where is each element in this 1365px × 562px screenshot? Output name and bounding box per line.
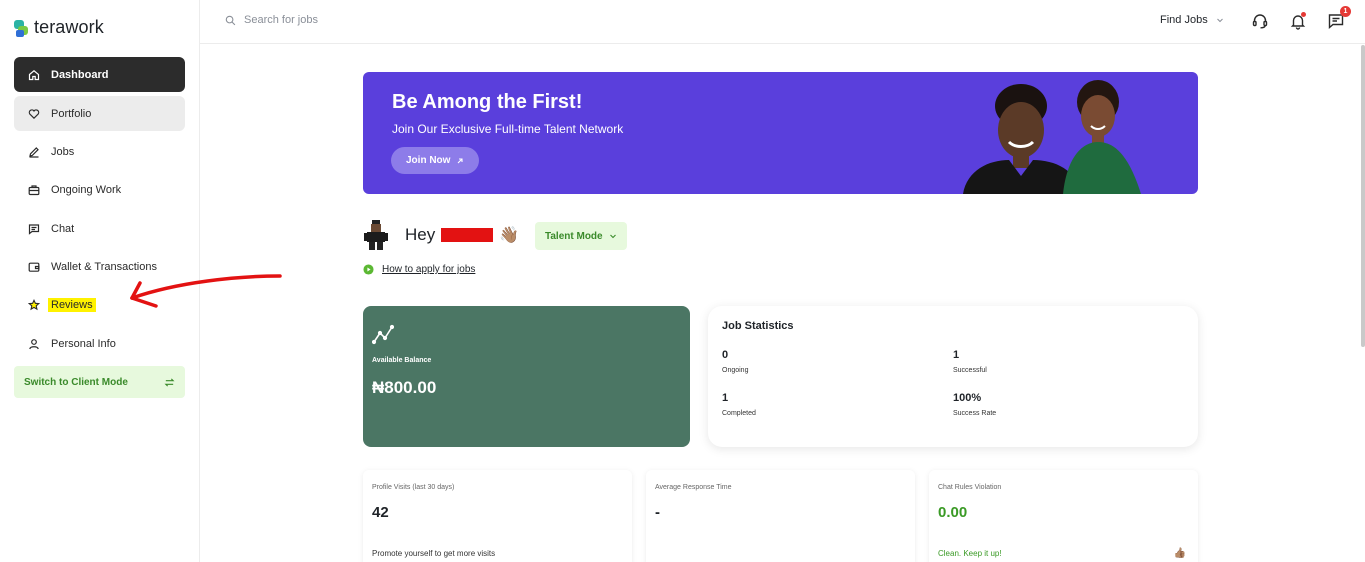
redacted-username [441,228,494,242]
notifications-button[interactable] [1289,12,1307,30]
swap-icon [164,377,175,387]
arrow-up-right-icon [458,157,464,163]
messages-button[interactable]: 1 [1327,6,1351,30]
waving-hand-icon: 👋🏽 [499,227,520,244]
banner-people-image [963,80,1141,194]
stat-value: 0 [722,349,729,361]
sidebar-item-chat[interactable]: Chat [14,211,185,246]
sidebar-item-label: Wallet & Transactions [51,260,157,273]
switch-label: Switch to Client Mode [24,376,128,388]
topbar: Find Jobs 1 [200,0,1365,44]
card-value: - [655,504,660,521]
search-input[interactable] [244,14,444,26]
how-to-apply-link[interactable]: How to apply for jobs [363,264,475,275]
user-icon [29,338,39,349]
banner-subtitle: Join Our Exclusive Full-time Talent Netw… [392,122,624,136]
card-value: 0.00 [938,504,968,521]
scrollbar[interactable] [1361,45,1365,347]
logo-icon [14,18,30,38]
chevron-down-icon [609,234,616,239]
sidebar-item-jobs[interactable]: Jobs [14,134,185,169]
balance-label: Available Balance [372,357,432,364]
stat-success-rate: 100% Success Rate [953,392,996,417]
stat-value: 1 [722,392,729,404]
sidebar-item-label: Ongoing Work [51,183,122,196]
sidebar-item-portfolio[interactable]: Portfolio [14,96,185,131]
greeting-text: Hey [405,225,436,244]
sidebar-item-reviews[interactable]: Reviews [14,287,185,322]
stat-completed: 1 Completed [722,392,756,417]
talent-mode-dropdown[interactable]: Talent Mode [535,222,627,250]
profile-visits-card: Profile Visits (last 30 days) 42 Promote… [363,470,632,562]
card-title: Profile Visits (last 30 days) [372,484,455,491]
sidebar-item-label: Portfolio [51,107,92,120]
play-icon [363,264,374,275]
response-time-card: Average Response Time - [646,470,915,562]
greeting: Hey 👋🏽 [363,220,519,250]
card-footer: Clean. Keep it up! [938,549,1002,558]
stat-label: Ongoing [722,367,749,374]
banner-title: Be Among the First! [392,91,583,113]
sidebar-item-wallet[interactable]: Wallet & Transactions [14,249,185,284]
card-value: 42 [372,504,389,521]
chat-violation-card: Chat Rules Violation 0.00 Clean. Keep it… [929,470,1198,562]
talent-mode-label: Talent Mode [545,230,603,242]
balance-amount: ₦800.00 [372,378,437,397]
card-title: Chat Rules Violation [938,484,1002,491]
messages-badge: 1 [1340,6,1351,17]
find-jobs-label: Find Jobs [1160,14,1208,26]
briefcase-icon [28,184,40,195]
job-statistics-title: Job Statistics [722,320,794,332]
sidebar: terawork Dashboard Portfolio Jobs Ongoin… [0,0,200,562]
avatar[interactable] [363,220,389,250]
sidebar-item-label: Dashboard [51,68,109,81]
dashboard-page: terawork Dashboard Portfolio Jobs Ongoin… [0,0,1365,562]
sidebar-item-label: Jobs [51,145,75,158]
stat-value: 1 [953,349,960,361]
trend-icon [372,324,394,345]
sidebar-item-label: Chat [51,222,75,235]
sidebar-item-label: Personal Info [51,337,116,350]
stat-successful: 1 Successful [953,349,987,374]
heart-icon [28,108,40,119]
join-now-label: Join Now [406,155,451,166]
notification-dot [1301,12,1306,17]
home-icon [28,69,40,80]
thumbs-up-icon: 👍🏽 [1173,548,1186,559]
join-now-button[interactable]: Join Now [391,147,480,174]
stat-label: Success Rate [953,410,997,417]
balance-card: Available Balance ₦800.00 [363,306,690,447]
card-title: Average Response Time [655,484,732,491]
brand-name: terawork [34,17,104,37]
wallet-icon [28,262,40,272]
stat-label: Successful [953,367,987,374]
sidebar-item-ongoing-work[interactable]: Ongoing Work [14,172,185,207]
headset-icon [1252,14,1268,29]
chevron-down-icon [1216,18,1223,23]
sidebar-item-label: Reviews [48,297,96,312]
sidebar-item-dashboard[interactable]: Dashboard [14,57,185,92]
search-icon [225,15,236,25]
logo[interactable]: terawork [14,17,104,38]
star-icon [28,298,40,310]
card-footer: Promote yourself to get more visits [372,549,496,558]
stat-value: 100% [953,392,982,404]
stat-label: Completed [722,410,756,417]
how-to-apply-label: How to apply for jobs [382,264,476,275]
stat-ongoing: 0 Ongoing [722,349,748,374]
support-button[interactable] [1251,12,1269,30]
pen-icon [29,146,39,158]
sidebar-item-personal-info[interactable]: Personal Info [14,326,185,361]
job-statistics-card: Job Statistics 0 Ongoing 1 Successful 1 … [708,306,1198,447]
search-bar [225,14,444,26]
chat-icon [28,223,40,235]
find-jobs-dropdown[interactable]: Find Jobs [1160,14,1224,26]
switch-to-client-button[interactable]: Switch to Client Mode [14,366,185,398]
talent-network-banner: Be Among the First! Join Our Exclusive F… [363,72,1198,194]
